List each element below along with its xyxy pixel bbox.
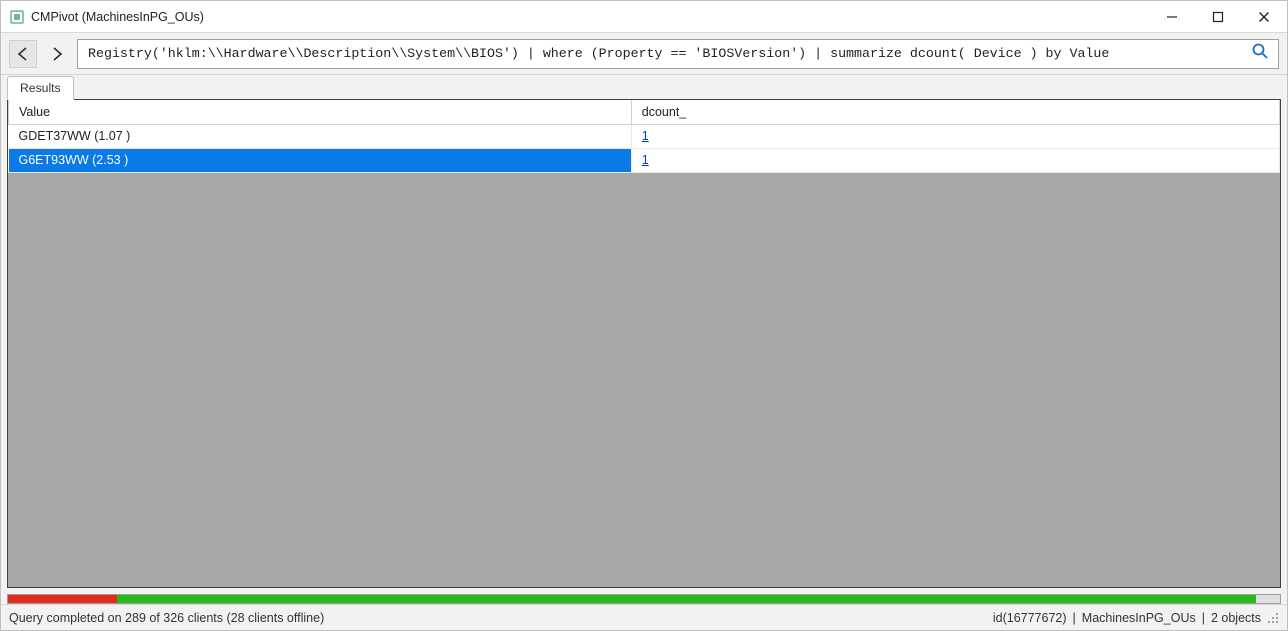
close-button[interactable] xyxy=(1241,1,1287,32)
query-input[interactable] xyxy=(86,45,1246,62)
table-row[interactable]: G6ET93WW (2.53 ) 1 xyxy=(9,148,1280,172)
run-query-button[interactable] xyxy=(1246,40,1274,68)
maximize-button[interactable] xyxy=(1195,1,1241,32)
window: CMPivot (MachinesInPG_OUs) xyxy=(0,0,1288,631)
search-icon xyxy=(1251,42,1269,65)
column-header-dcount[interactable]: dcount_ xyxy=(631,100,1279,124)
status-message: Query completed on 289 of 326 clients (2… xyxy=(9,611,993,625)
status-collection: MachinesInPG_OUs xyxy=(1082,611,1196,625)
tab-results[interactable]: Results xyxy=(7,76,74,100)
table-row[interactable]: GDET37WW (1.07 ) 1 xyxy=(9,124,1280,148)
dcount-link[interactable]: 1 xyxy=(642,129,649,143)
main-area: Value dcount_ GDET37WW (1.07 )1G6ET93WW … xyxy=(1,99,1287,594)
back-button[interactable] xyxy=(9,40,37,68)
grid-empty-area xyxy=(8,173,1280,588)
cell-value: G6ET93WW (2.53 ) xyxy=(9,148,632,172)
status-id: id(16777672) xyxy=(993,611,1067,625)
cell-dcount: 1 xyxy=(631,124,1279,148)
cell-value: GDET37WW (1.07 ) xyxy=(9,124,632,148)
app-icon xyxy=(9,9,25,25)
results-grid: Value dcount_ GDET37WW (1.07 )1G6ET93WW … xyxy=(7,99,1281,588)
dcount-link[interactable]: 1 xyxy=(642,153,649,167)
resize-grip-icon[interactable] xyxy=(1267,612,1279,624)
progress-success-segment xyxy=(117,595,1255,603)
progress-offline-segment xyxy=(8,595,117,603)
window-controls xyxy=(1149,1,1287,32)
status-right: id(16777672) | MachinesInPG_OUs | 2 obje… xyxy=(993,611,1279,625)
forward-button[interactable] xyxy=(43,40,71,68)
query-box xyxy=(77,39,1279,69)
status-object-count: 2 objects xyxy=(1211,611,1261,625)
tabs-row: Results xyxy=(1,75,1287,99)
cell-dcount: 1 xyxy=(631,148,1279,172)
statusbar: Query completed on 289 of 326 clients (2… xyxy=(1,604,1287,630)
titlebar: CMPivot (MachinesInPG_OUs) xyxy=(1,1,1287,33)
progress-row xyxy=(1,594,1287,604)
progress-remaining-segment xyxy=(1256,595,1280,603)
toolbar xyxy=(1,33,1287,75)
minimize-button[interactable] xyxy=(1149,1,1195,32)
results-table: Value dcount_ GDET37WW (1.07 )1G6ET93WW … xyxy=(8,100,1280,173)
column-header-value[interactable]: Value xyxy=(9,100,632,124)
window-title: CMPivot (MachinesInPG_OUs) xyxy=(31,10,1149,24)
progress-bar xyxy=(7,594,1281,604)
